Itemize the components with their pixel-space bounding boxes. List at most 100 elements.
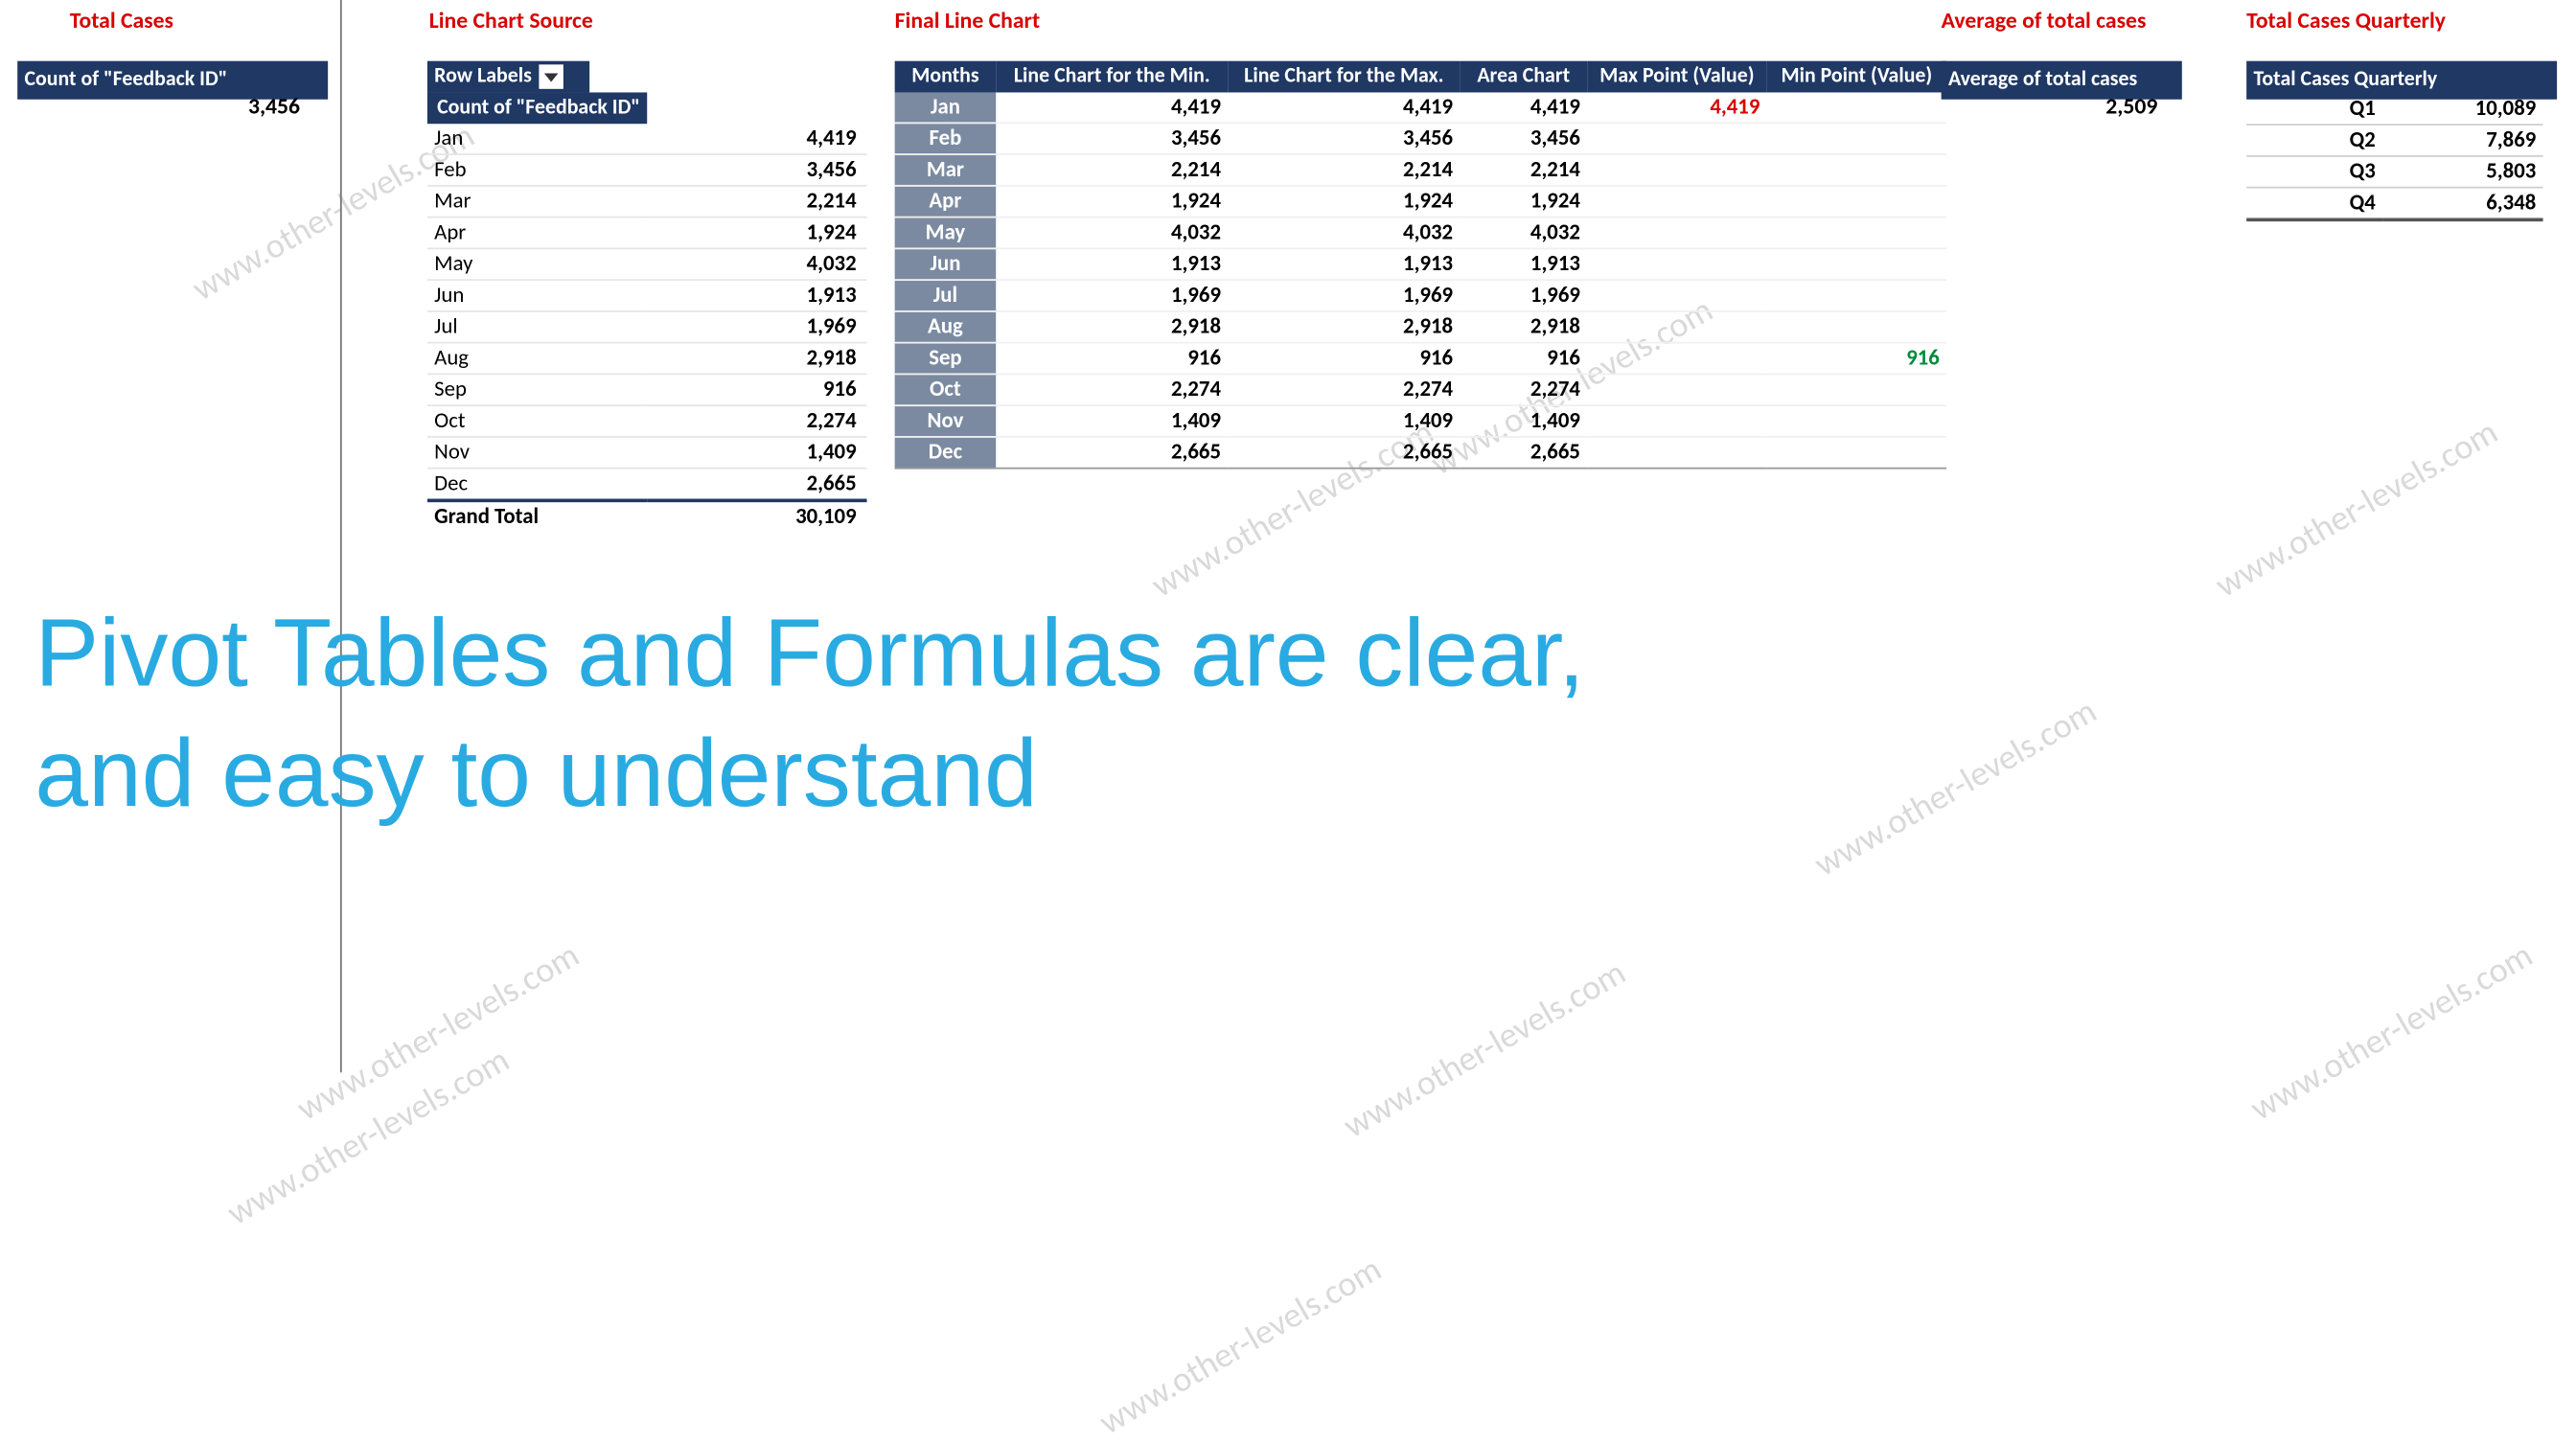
table-row: Oct2,2742,2742,274 xyxy=(895,374,1946,405)
final-line-chart-table: MonthsLine Chart for the Min.Line Chart … xyxy=(895,61,1946,470)
max-line-cell: 1,969 xyxy=(1228,280,1460,311)
month-label: Dec xyxy=(427,469,647,501)
max-point-cell xyxy=(1587,437,1766,469)
month-cell: Sep xyxy=(895,343,997,375)
vertical-divider xyxy=(340,0,342,1072)
month-cell: Jun xyxy=(895,248,997,280)
dropdown-icon[interactable] xyxy=(539,64,563,88)
month-label: Sep xyxy=(427,374,647,405)
month-cell: Apr xyxy=(895,186,997,218)
min-point-cell xyxy=(1767,405,1946,437)
min-line-cell: 1,924 xyxy=(996,186,1228,218)
min-point-cell xyxy=(1767,374,1946,405)
max-line-cell: 4,419 xyxy=(1228,92,1460,123)
max-line-cell: 2,214 xyxy=(1228,154,1460,186)
total-cases-value: 3,456 xyxy=(17,94,313,120)
month-value: 3,456 xyxy=(647,154,866,186)
quarter-value: 7,869 xyxy=(2382,125,2542,156)
min-point-cell xyxy=(1767,154,1946,186)
max-point-cell xyxy=(1587,248,1766,280)
overlay-line1: Pivot Tables and Formulas are clear, xyxy=(34,598,1584,706)
pivot-row-labels-header[interactable]: Row Labels xyxy=(427,61,589,93)
column-header: Months xyxy=(895,61,997,93)
min-line-cell: 2,665 xyxy=(996,437,1228,469)
month-cell: Aug xyxy=(895,311,997,343)
month-cell: Jan xyxy=(895,92,997,123)
table-row: Feb3,456 xyxy=(427,154,867,186)
max-line-cell: 2,665 xyxy=(1228,437,1460,469)
overlay-caption: Pivot Tables and Formulas are clear, and… xyxy=(34,593,1584,833)
table-row: Q110,089 xyxy=(2246,94,2542,125)
min-line-cell: 1,409 xyxy=(996,405,1228,437)
area-cell: 2,274 xyxy=(1460,374,1587,405)
min-line-cell: 2,274 xyxy=(996,374,1228,405)
column-header: Max Point (Value) xyxy=(1587,61,1766,93)
max-point-cell xyxy=(1587,311,1766,343)
quarter-label: Q3 xyxy=(2246,156,2382,188)
area-cell: 1,409 xyxy=(1460,405,1587,437)
table-row: Nov1,409 xyxy=(427,437,867,469)
table-row: Nov1,4091,4091,409 xyxy=(895,405,1946,437)
month-label: May xyxy=(427,248,647,280)
table-row: Jul1,9691,9691,969 xyxy=(895,280,1946,311)
month-value: 2,214 xyxy=(647,186,866,218)
quarter-label: Q1 xyxy=(2246,94,2382,125)
max-point-cell xyxy=(1587,280,1766,311)
area-cell: 2,214 xyxy=(1460,154,1587,186)
month-cell: Mar xyxy=(895,154,997,186)
month-label: Aug xyxy=(427,343,647,375)
max-line-cell: 1,913 xyxy=(1228,248,1460,280)
table-row: Aug2,918 xyxy=(427,343,867,375)
month-value: 1,913 xyxy=(647,280,866,311)
area-cell: 1,913 xyxy=(1460,248,1587,280)
table-row: Sep916 xyxy=(427,374,867,405)
table-row: Jan4,419 xyxy=(427,124,867,154)
month-label: Apr xyxy=(427,218,647,249)
table-row: May4,0324,0324,032 xyxy=(895,218,1946,249)
min-line-cell: 4,032 xyxy=(996,218,1228,249)
pivot-count-header: Count of "Feedback ID" xyxy=(427,92,647,124)
quarter-label: Q2 xyxy=(2246,125,2382,156)
section-final-line-chart: Final Line Chart xyxy=(895,9,1041,34)
month-label: Nov xyxy=(427,437,647,469)
min-point-cell xyxy=(1767,311,1946,343)
min-point-cell xyxy=(1767,123,1946,154)
pivot-row-labels-text: Row Labels xyxy=(434,64,532,88)
max-line-cell: 1,924 xyxy=(1228,186,1460,218)
min-line-cell: 3,456 xyxy=(996,123,1228,154)
month-value: 2,918 xyxy=(647,343,866,375)
month-cell: Dec xyxy=(895,437,997,469)
area-cell: 1,969 xyxy=(1460,280,1587,311)
max-point-cell xyxy=(1587,343,1766,375)
table-row: Q27,869 xyxy=(2246,125,2542,156)
table-row: Jul1,969 xyxy=(427,311,867,343)
month-label: Jul xyxy=(427,311,647,343)
watermark: www.other-levels.com xyxy=(220,1040,518,1235)
quarterly-table: Q110,089Q27,869Q35,803Q46,348 xyxy=(2246,94,2542,221)
month-value: 1,969 xyxy=(647,311,866,343)
month-value: 916 xyxy=(647,374,866,405)
grand-total-value: 30,109 xyxy=(647,500,866,532)
area-cell: 3,456 xyxy=(1460,123,1587,154)
max-line-cell: 1,409 xyxy=(1228,405,1460,437)
month-cell: Feb xyxy=(895,123,997,154)
table-row: Jan4,4194,4194,4194,419 xyxy=(895,92,1946,123)
watermark: www.other-levels.com xyxy=(1807,691,2104,886)
min-point-cell xyxy=(1767,437,1946,469)
min-line-cell: 1,913 xyxy=(996,248,1228,280)
quarter-label: Q4 xyxy=(2246,188,2382,220)
month-value: 4,032 xyxy=(647,248,866,280)
max-point-cell xyxy=(1587,218,1766,249)
section-quarterly: Total Cases Quarterly xyxy=(2246,9,2446,34)
table-row: Aug2,9182,9182,918 xyxy=(895,311,1946,343)
table-row: Jun1,9131,9131,913 xyxy=(895,248,1946,280)
month-value: 2,274 xyxy=(647,405,866,437)
area-cell: 1,924 xyxy=(1460,186,1587,218)
min-line-cell: 1,969 xyxy=(996,280,1228,311)
table-row: Mar2,214 xyxy=(427,186,867,218)
section-line-chart-source: Line Chart Source xyxy=(429,9,593,34)
max-point-cell xyxy=(1587,154,1766,186)
table-row: May4,032 xyxy=(427,248,867,280)
max-point-cell xyxy=(1587,374,1766,405)
overlay-line2: and easy to understand xyxy=(34,718,1037,826)
